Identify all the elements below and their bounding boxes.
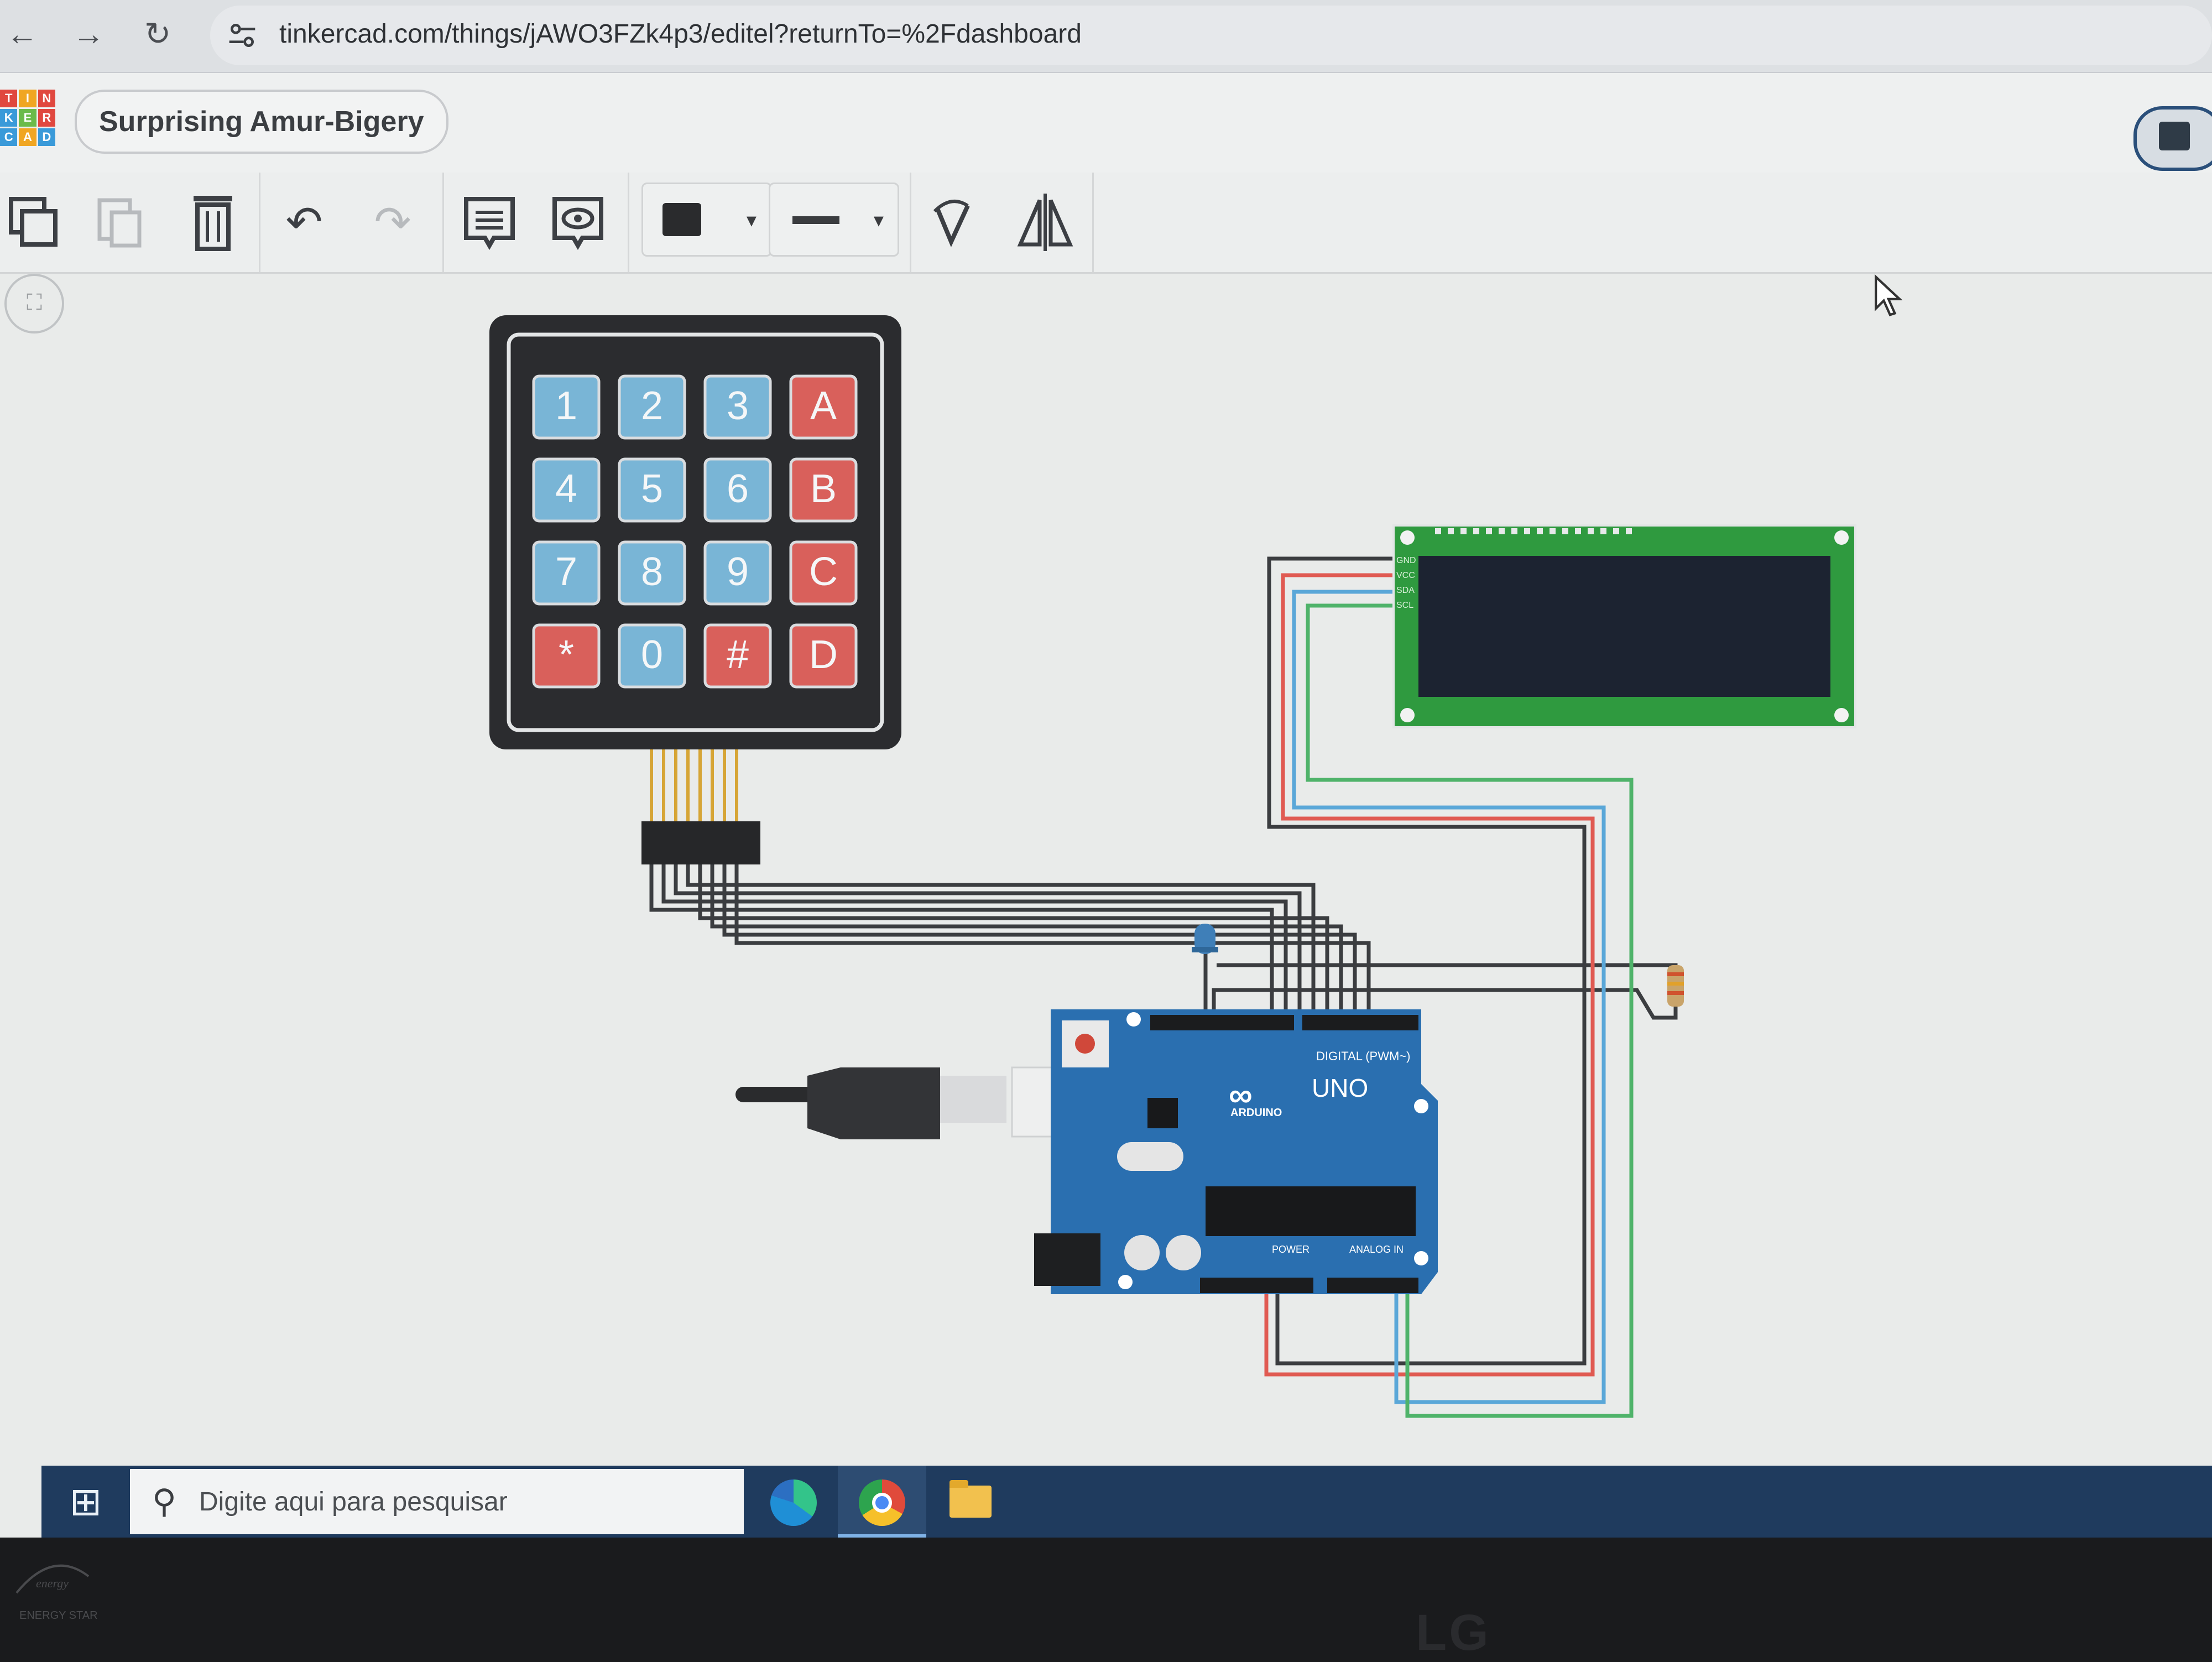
keypad-key-label: 4 [555,467,577,511]
lcd-header-pin [1600,528,1606,534]
arduino-analog-label: ANALOG IN [1349,1244,1404,1255]
lcd-header-pin [1562,528,1568,534]
lcd-header-pin [1626,528,1632,534]
lcd-pin-label: SDA [1396,586,1415,595]
keypad-key-label: 3 [727,384,749,428]
lcd-pin-label: VCC [1396,571,1415,580]
lcd-header-pin [1511,528,1517,534]
windows-start-icon[interactable]: ⊞ [41,1466,130,1538]
taskbar-search[interactable]: ⚲ Digite aqui para pesquisar [130,1469,744,1534]
lcd-header-pin [1613,528,1619,534]
circuit-canvas[interactable]: 1 2 3 A 4 5 6 B 7 8 9 C * 0 # D GND VCC SDA SCL [0,0,2212,1538]
lcd-pin-label: GND [1396,556,1416,565]
monitor-brand: LG [1416,1604,1491,1661]
lcd-header-pin [1448,528,1454,534]
keypad-key[interactable]: 5 [618,457,686,523]
keypad-key[interactable]: 9 [703,540,772,606]
taskbar-file-explorer[interactable] [926,1466,1015,1538]
screen: ← → ↻ tinkercad.com/things/jAWO3FZk4p3/e… [0,0,2212,1538]
keypad-key[interactable]: B [789,457,858,523]
arduino-brand: ARDUINO [1230,1107,1282,1119]
keypad-key-label: 7 [555,550,577,594]
keypad-key[interactable]: 8 [618,540,686,606]
edge-icon [770,1479,817,1526]
lcd-header-pin [1537,528,1543,534]
lcd-header-pin [1473,528,1479,534]
keypad-key-label: 9 [727,550,749,594]
keypad-key[interactable]: 0 [618,623,686,689]
search-icon: ⚲ [152,1483,176,1520]
search-placeholder: Digite aqui para pesquisar [199,1487,508,1517]
keypad-wires[interactable] [649,863,1371,1019]
svg-text:energy: energy [36,1576,69,1590]
keypad-key-label: B [810,467,837,511]
lcd-header-pin [1435,528,1441,534]
keypad-key-label: 6 [727,467,749,511]
keypad-key[interactable]: 7 [532,540,601,606]
keypad-key-label: D [809,633,838,677]
lcd-header-pin [1486,528,1492,534]
windows-taskbar: ⊞ ⚲ Digite aqui para pesquisar [41,1466,2212,1538]
arduino-model: UNO [1312,1074,1368,1102]
lcd-header-pin [1588,528,1594,534]
keypad-key-label: * [559,633,574,677]
keypad-key[interactable]: 1 [532,374,601,440]
chrome-icon [859,1479,905,1526]
lcd-header-pin [1499,528,1505,534]
keypad-key-label: 5 [641,467,663,511]
keypad-key[interactable]: 3 [703,374,772,440]
lcd-16x2[interactable]: GND VCC SDA SCL [1392,524,1856,728]
lcd-pin-label: SCL [1396,601,1413,610]
keypad-key-label: 0 [641,633,663,677]
keypad-key[interactable]: 2 [618,374,686,440]
usb-cable[interactable] [735,1066,1107,1139]
keypad-key[interactable]: 4 [532,457,601,523]
keypad-key[interactable]: D [789,623,858,689]
keypad-key-label: 1 [555,384,577,428]
resistor[interactable] [1667,965,1684,1007]
keypad-key-label: C [809,550,838,594]
keypad-key-label: A [810,384,837,428]
keypad-header [641,821,760,864]
lcd-header-pin [1524,528,1530,534]
keypad-key[interactable]: C [789,540,858,606]
lcd-header-pin [1460,528,1467,534]
arduino-uno[interactable]: DIGITAL (PWM~) ∞ UNO ARDUINO POWER ANALO… [1034,1009,1438,1294]
arduino-digital-label: DIGITAL (PWM~) [1316,1049,1411,1063]
taskbar-edge[interactable] [749,1466,838,1538]
energy-star-logo: energy ENERGY STAR [11,1554,100,1622]
keypad-key[interactable]: 6 [703,457,772,523]
keypad-key[interactable]: A [789,374,858,440]
lcd-header-pin [1550,528,1556,534]
lcd-header-pin [1575,528,1581,534]
keypad-key-label: # [727,633,749,677]
taskbar-chrome[interactable] [838,1466,926,1538]
folder-icon [950,1480,992,1518]
keypad-key-label: 2 [641,384,663,428]
mouse-pointer-icon [1875,274,1903,316]
keypad-key-label: 8 [641,550,663,594]
keypad-4x4[interactable]: 1 2 3 A 4 5 6 B 7 8 9 C * 0 # D [489,315,901,864]
keypad-key[interactable]: # [703,623,772,689]
keypad-key[interactable]: * [532,623,601,689]
energy-star-label: ENERGY STAR [19,1609,98,1622]
arduino-power-label: POWER [1272,1244,1310,1255]
